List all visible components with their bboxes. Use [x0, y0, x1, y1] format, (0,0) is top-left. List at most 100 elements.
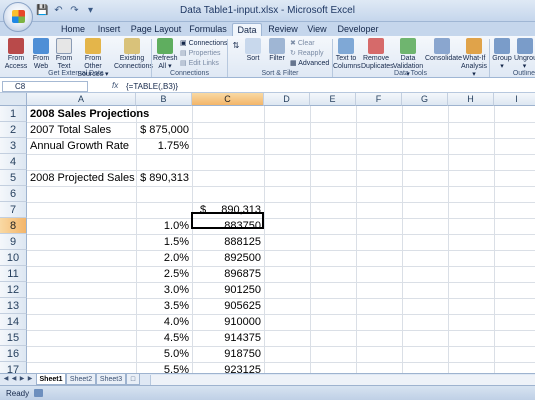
worksheet-grid[interactable]: A B C D E F G H I 1 2 3 4 5 6 7 8 9 10 1… — [0, 93, 535, 373]
cell-b5[interactable]: $ 890,313 — [136, 170, 189, 186]
edit-links-button[interactable]: ▤ Edit Links — [180, 59, 219, 68]
macro-record-icon[interactable] — [34, 389, 43, 397]
row-header-10[interactable]: 10 — [0, 250, 27, 266]
row-header-6[interactable]: 6 — [0, 186, 27, 202]
cell-a3[interactable]: Annual Growth Rate — [30, 138, 129, 154]
text-to-columns-button[interactable]: Text to Columns — [333, 38, 361, 71]
row-header-2[interactable]: 2 — [0, 122, 27, 138]
row-header-7[interactable]: 7 — [0, 202, 27, 218]
tab-home[interactable]: Home — [56, 23, 90, 36]
cell-c17[interactable]: 923125 — [192, 362, 261, 373]
row-header-16[interactable]: 16 — [0, 346, 27, 362]
row-header-3[interactable]: 3 — [0, 138, 27, 154]
office-button[interactable] — [3, 2, 33, 32]
from-access-button[interactable]: From Access — [4, 38, 28, 71]
cell-c9[interactable]: 888125 — [192, 234, 261, 250]
column-header-f[interactable]: F — [356, 93, 402, 106]
tab-developer[interactable]: Developer — [334, 23, 382, 36]
name-box[interactable]: C8 — [2, 81, 88, 92]
row-header-5[interactable]: 5 — [0, 170, 27, 186]
row-header-9[interactable]: 9 — [0, 234, 27, 250]
column-header-c[interactable]: C — [192, 93, 264, 106]
column-header-h[interactable]: H — [448, 93, 494, 106]
grid-line — [27, 330, 535, 331]
tab-view[interactable]: View — [303, 23, 331, 36]
advanced-button[interactable]: ▦ Advanced — [290, 59, 329, 68]
cell-c10[interactable]: 892500 — [192, 250, 261, 266]
refresh-all-button[interactable]: Refresh All ▾ — [153, 38, 178, 71]
fx-icon[interactable]: fx — [112, 81, 118, 90]
cell-c16[interactable]: 918750 — [192, 346, 261, 362]
row-header-14[interactable]: 14 — [0, 314, 27, 330]
properties-button[interactable]: ▤ Properties — [180, 49, 220, 58]
sort-button[interactable]: Sort — [244, 38, 262, 63]
cell-b17[interactable]: 5.5% — [136, 362, 189, 373]
filter-button[interactable]: Filter — [266, 38, 288, 63]
cell-b2[interactable]: $ 875,000 — [136, 122, 189, 138]
cell-b13[interactable]: 3.5% — [136, 298, 189, 314]
grid-line — [27, 234, 535, 235]
row-header-17[interactable]: 17 — [0, 362, 27, 373]
column-header-g[interactable]: G — [402, 93, 448, 106]
from-text-button[interactable]: From Text — [53, 38, 75, 71]
tab-insert[interactable]: Insert — [92, 23, 126, 36]
tab-data[interactable]: Data — [232, 23, 262, 36]
remove-duplicates-button[interactable]: Remove Duplicates — [361, 38, 394, 71]
clear-button[interactable]: ✖ Clear — [290, 39, 315, 48]
prev-sheet-icon[interactable]: ◀ — [10, 375, 18, 384]
ribbon: From Access From Web From Text From Othe… — [0, 36, 535, 78]
sheet-tab-sheet1[interactable]: Sheet1 — [36, 374, 66, 385]
tab-formulas[interactable]: Formulas — [186, 23, 230, 36]
column-header-i[interactable]: I — [494, 93, 535, 106]
formula-input[interactable]: {=TABLE(,B3)} — [126, 81, 531, 92]
cell-a1[interactable]: 2008 Sales Projections — [30, 106, 149, 122]
column-header-b[interactable]: B — [136, 93, 192, 106]
row-header-13[interactable]: 13 — [0, 298, 27, 314]
sheet-tab-sheet2[interactable]: Sheet2 — [66, 374, 96, 385]
row-header-12[interactable]: 12 — [0, 282, 27, 298]
row-header-1[interactable]: 1 — [0, 106, 27, 122]
cell-b3[interactable]: 1.75% — [136, 138, 189, 154]
first-sheet-icon[interactable]: ◀ — [2, 375, 10, 384]
cell-b10[interactable]: 2.0% — [136, 250, 189, 266]
cell-a5[interactable]: 2008 Projected Sales — [30, 170, 135, 186]
consolidate-button[interactable]: Consolidate — [425, 38, 462, 63]
cell-b16[interactable]: 5.0% — [136, 346, 189, 362]
next-sheet-icon[interactable]: ▶ — [18, 375, 26, 384]
connections-button[interactable]: ▣ Connections — [180, 39, 227, 48]
cell-c12[interactable]: 901250 — [192, 282, 261, 298]
grid-line — [27, 186, 535, 187]
column-header-a[interactable]: A — [27, 93, 136, 106]
row-header-15[interactable]: 15 — [0, 330, 27, 346]
row-header-8[interactable]: 8 — [0, 218, 27, 234]
cell-a2[interactable]: 2007 Total Sales — [30, 122, 111, 138]
row-header-11[interactable]: 11 — [0, 266, 27, 282]
cell-b15[interactable]: 4.5% — [136, 330, 189, 346]
ungroup-button[interactable]: Ungrou ▾ — [514, 38, 535, 71]
last-sheet-icon[interactable]: ▶ — [26, 375, 34, 384]
group-label-sort-filter: Sort & Filter — [261, 70, 299, 77]
select-all-corner[interactable] — [0, 93, 27, 106]
horizontal-scrollbar[interactable] — [150, 375, 535, 385]
row-header-4[interactable]: 4 — [0, 154, 27, 170]
cell-c14[interactable]: 910000 — [192, 314, 261, 330]
insert-sheet-icon[interactable]: □ — [126, 374, 140, 385]
group-button[interactable]: Group ▾ — [491, 38, 513, 71]
cell-b9[interactable]: 1.5% — [136, 234, 189, 250]
sort-az-button[interactable]: ⇅ — [229, 42, 243, 50]
cell-c11[interactable]: 896875 — [192, 266, 261, 282]
sheet-tab-sheet3[interactable]: Sheet3 — [96, 374, 126, 385]
column-header-d[interactable]: D — [264, 93, 310, 106]
cell-b8[interactable]: 1.0% — [136, 218, 189, 234]
column-header-e[interactable]: E — [310, 93, 356, 106]
tab-review[interactable]: Review — [265, 23, 301, 36]
reapply-button[interactable]: ↻ Reapply — [290, 49, 324, 58]
cell-c15[interactable]: 914375 — [192, 330, 261, 346]
existing-connections-button[interactable]: Existing Connections — [114, 38, 153, 71]
from-web-button[interactable]: From Web — [30, 38, 52, 71]
cell-b12[interactable]: 3.0% — [136, 282, 189, 298]
cell-b14[interactable]: 4.0% — [136, 314, 189, 330]
tab-page-layout[interactable]: Page Layout — [128, 23, 184, 36]
cell-b11[interactable]: 2.5% — [136, 266, 189, 282]
cell-c13[interactable]: 905625 — [192, 298, 261, 314]
